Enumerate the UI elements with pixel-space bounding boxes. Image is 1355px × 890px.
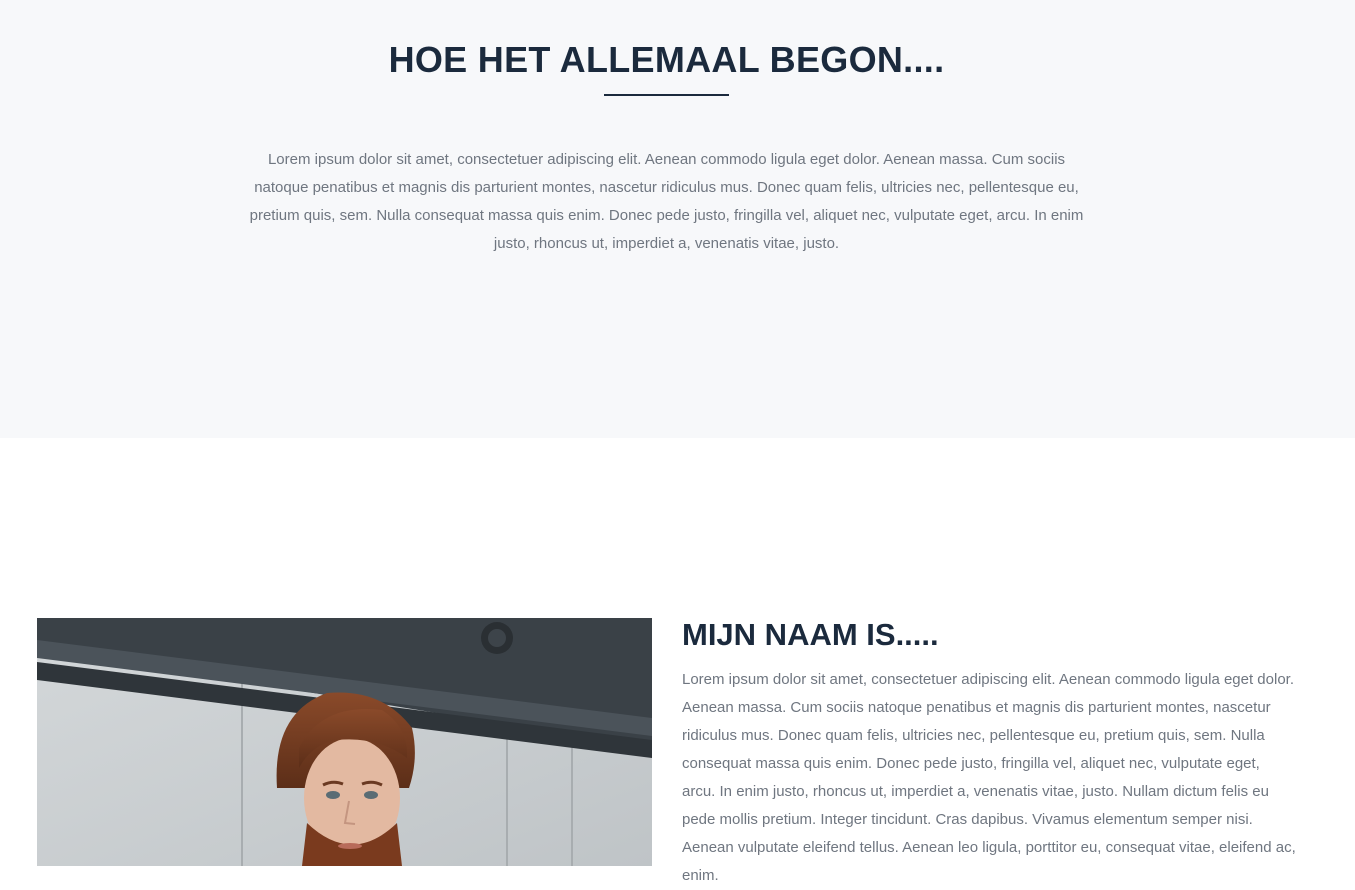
portrait-photo bbox=[37, 618, 652, 866]
about-paragraph: Lorem ipsum dolor sit amet, consectetuer… bbox=[682, 671, 1296, 884]
about-title: MIJN NAAM IS..... bbox=[682, 617, 939, 652]
intro-section: HOE HET ALLEMAAL BEGON.... Lorem ipsum d… bbox=[0, 0, 1355, 438]
title-underline bbox=[604, 94, 729, 96]
intro-paragraph: Lorem ipsum dolor sit amet, consectetuer… bbox=[249, 151, 1084, 252]
intro-title: HOE HET ALLEMAAL BEGON.... bbox=[388, 39, 945, 80]
